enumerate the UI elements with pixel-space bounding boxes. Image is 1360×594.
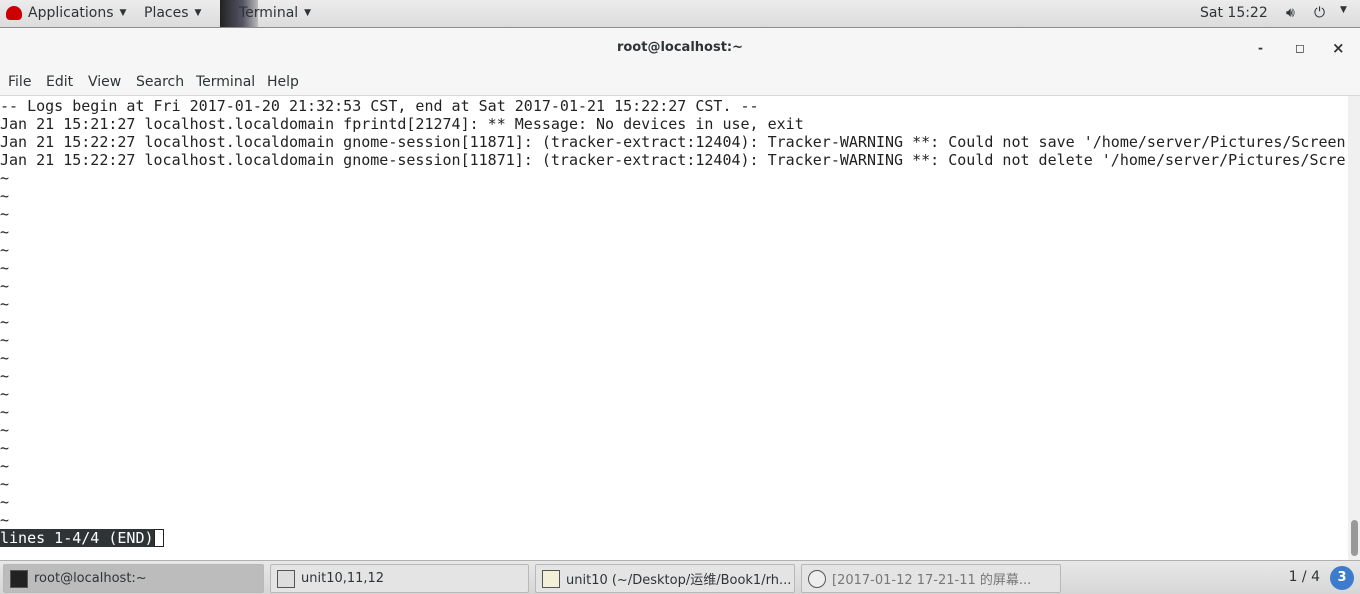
terminal-label: Terminal bbox=[239, 5, 299, 21]
task-label: [2017-01-12 17-21-11 的屏幕... bbox=[832, 573, 1032, 588]
empty-line-tilde: ~ bbox=[0, 421, 10, 439]
chevron-down-icon: ▼ bbox=[304, 8, 312, 18]
empty-line-tilde: ~ bbox=[0, 223, 10, 241]
task-image-viewer[interactable]: [2017-01-12 17-21-11 的屏幕... bbox=[801, 564, 1061, 593]
empty-line-tilde: ~ bbox=[0, 331, 10, 349]
log-line: Jan 21 15:21:27 localhost.localdomain fp… bbox=[0, 115, 804, 133]
empty-line-tilde: ~ bbox=[0, 511, 10, 529]
empty-line-tilde: ~ bbox=[0, 277, 10, 295]
document-icon bbox=[277, 569, 295, 588]
menu-terminal[interactable]: Terminal bbox=[196, 74, 255, 90]
window-titlebar: root@localhost:~ - ◻ × bbox=[0, 28, 1360, 68]
terminal-output[interactable]: -- Logs begin at Fri 2017-01-20 21:32:53… bbox=[0, 96, 1348, 560]
workspace-indicator[interactable]: 3 bbox=[1330, 566, 1354, 590]
terminal-icon bbox=[10, 569, 28, 588]
empty-line-tilde: ~ bbox=[0, 259, 10, 277]
menu-help[interactable]: Help bbox=[267, 74, 299, 90]
task-label: unit10,11,12 bbox=[301, 571, 385, 586]
power-icon[interactable]: ⏻ bbox=[1314, 5, 1325, 21]
applications-label: Applications bbox=[28, 5, 114, 21]
close-button[interactable]: × bbox=[1332, 28, 1345, 68]
applications-menu[interactable]: Applications ▼ bbox=[6, 5, 126, 21]
menu-search[interactable]: Search bbox=[136, 74, 184, 90]
empty-line-tilde: ~ bbox=[0, 295, 10, 313]
menu-view[interactable]: View bbox=[88, 74, 121, 90]
task-label: root@localhost:~ bbox=[34, 571, 147, 586]
task-text-editor[interactable]: unit10 (~/Desktop/运维/Book1/rh... bbox=[535, 564, 795, 593]
magnifier-icon bbox=[808, 569, 826, 588]
top-panel: Applications ▼ Places ▼ Terminal ▼ Sat 15:2… bbox=[0, 0, 1360, 28]
redhat-logo-icon bbox=[6, 6, 22, 20]
menu-bar: File Edit View Search Terminal Help bbox=[0, 68, 1360, 96]
places-menu[interactable]: Places ▼ bbox=[144, 5, 201, 21]
chevron-down-icon: ▼ bbox=[194, 8, 202, 18]
empty-line-tilde: ~ bbox=[0, 313, 10, 331]
pager-status: lines 1-4/4 (END) bbox=[0, 529, 154, 547]
workspace-pager[interactable]: 1 / 4 bbox=[1289, 569, 1320, 585]
empty-line-tilde: ~ bbox=[0, 187, 10, 205]
empty-line-tilde: ~ bbox=[0, 367, 10, 385]
task-terminal[interactable]: root@localhost:~ bbox=[3, 564, 264, 593]
empty-line-tilde: ~ bbox=[0, 403, 10, 421]
log-line: Jan 21 15:22:27 localhost.localdomain gn… bbox=[0, 151, 1346, 169]
terminal-app-menu[interactable]: Terminal ▼ bbox=[239, 5, 311, 21]
system-menu-chevron-down-icon[interactable]: ▼ bbox=[1340, 5, 1347, 15]
empty-line-tilde: ~ bbox=[0, 169, 10, 187]
log-line: -- Logs begin at Fri 2017-01-20 21:32:53… bbox=[0, 97, 759, 115]
menu-file[interactable]: File bbox=[8, 74, 31, 90]
empty-line-tilde: ~ bbox=[0, 349, 10, 367]
window-title: root@localhost:~ bbox=[616, 40, 744, 55]
text-editor-icon bbox=[542, 569, 560, 588]
empty-line-tilde: ~ bbox=[0, 439, 10, 457]
empty-line-tilde: ~ bbox=[0, 205, 10, 223]
menu-edit[interactable]: Edit bbox=[46, 74, 73, 90]
chevron-down-icon: ▼ bbox=[119, 8, 127, 18]
empty-line-tilde: ~ bbox=[0, 493, 10, 511]
log-line: Jan 21 15:22:27 localhost.localdomain gn… bbox=[0, 133, 1346, 151]
clock-label: Sat 15:22 bbox=[1200, 5, 1268, 21]
empty-line-tilde: ~ bbox=[0, 241, 10, 259]
taskbar: root@localhost:~ unit10,11,12 unit10 (~/… bbox=[0, 560, 1360, 594]
empty-line-tilde: ~ bbox=[0, 457, 10, 475]
minimize-button[interactable]: - bbox=[1258, 28, 1263, 68]
task-file-manager[interactable]: unit10,11,12 bbox=[270, 564, 529, 593]
empty-line-tilde: ~ bbox=[0, 475, 10, 493]
scrollbar-thumb[interactable] bbox=[1351, 520, 1358, 556]
cursor bbox=[153, 529, 164, 547]
maximize-button[interactable]: ◻ bbox=[1295, 28, 1305, 68]
volume-icon[interactable]: 🔊︎ bbox=[1286, 5, 1295, 21]
empty-line-tilde: ~ bbox=[0, 385, 10, 403]
scrollbar[interactable] bbox=[1348, 96, 1360, 560]
places-label: Places bbox=[144, 5, 189, 21]
clock[interactable]: Sat 15:22 bbox=[1200, 5, 1268, 21]
task-label: unit10 (~/Desktop/运维/Book1/rh... bbox=[566, 573, 792, 588]
